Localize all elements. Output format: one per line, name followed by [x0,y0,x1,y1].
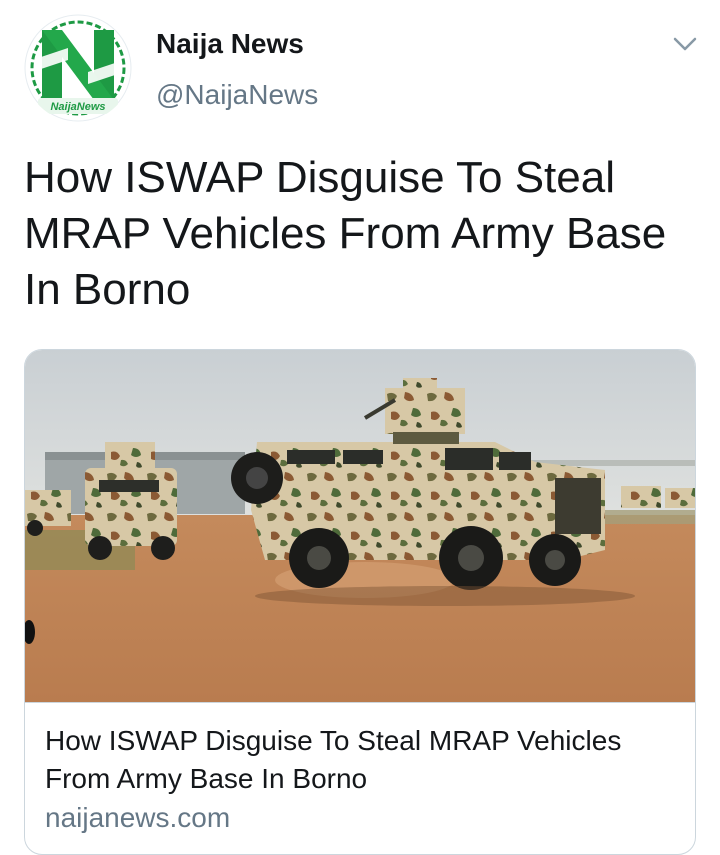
card-domain[interactable]: naijanews.com [45,802,230,834]
handle[interactable]: @NaijaNews [156,79,318,111]
card-divider [25,702,695,703]
avatar-logo-text: NaijaNews [50,101,105,113]
tweet-text: How ISWAP Disguise To Steal MRAP Vehicle… [24,153,667,314]
display-name[interactable]: Naija News [156,28,304,60]
link-preview-card[interactable]: How ISWAP Disguise To Steal MRAP Vehicle… [24,349,696,855]
card-image[interactable] [25,350,695,702]
chevron-down-icon[interactable] [670,32,700,56]
avatar[interactable]: NaijaNews [24,14,132,122]
naija-news-logo-icon: NaijaNews [24,14,132,122]
tweet-header: NaijaNews Naija News @NaijaNews [0,0,720,130]
card-title[interactable]: How ISWAP Disguise To Steal MRAP Vehicle… [45,722,675,798]
